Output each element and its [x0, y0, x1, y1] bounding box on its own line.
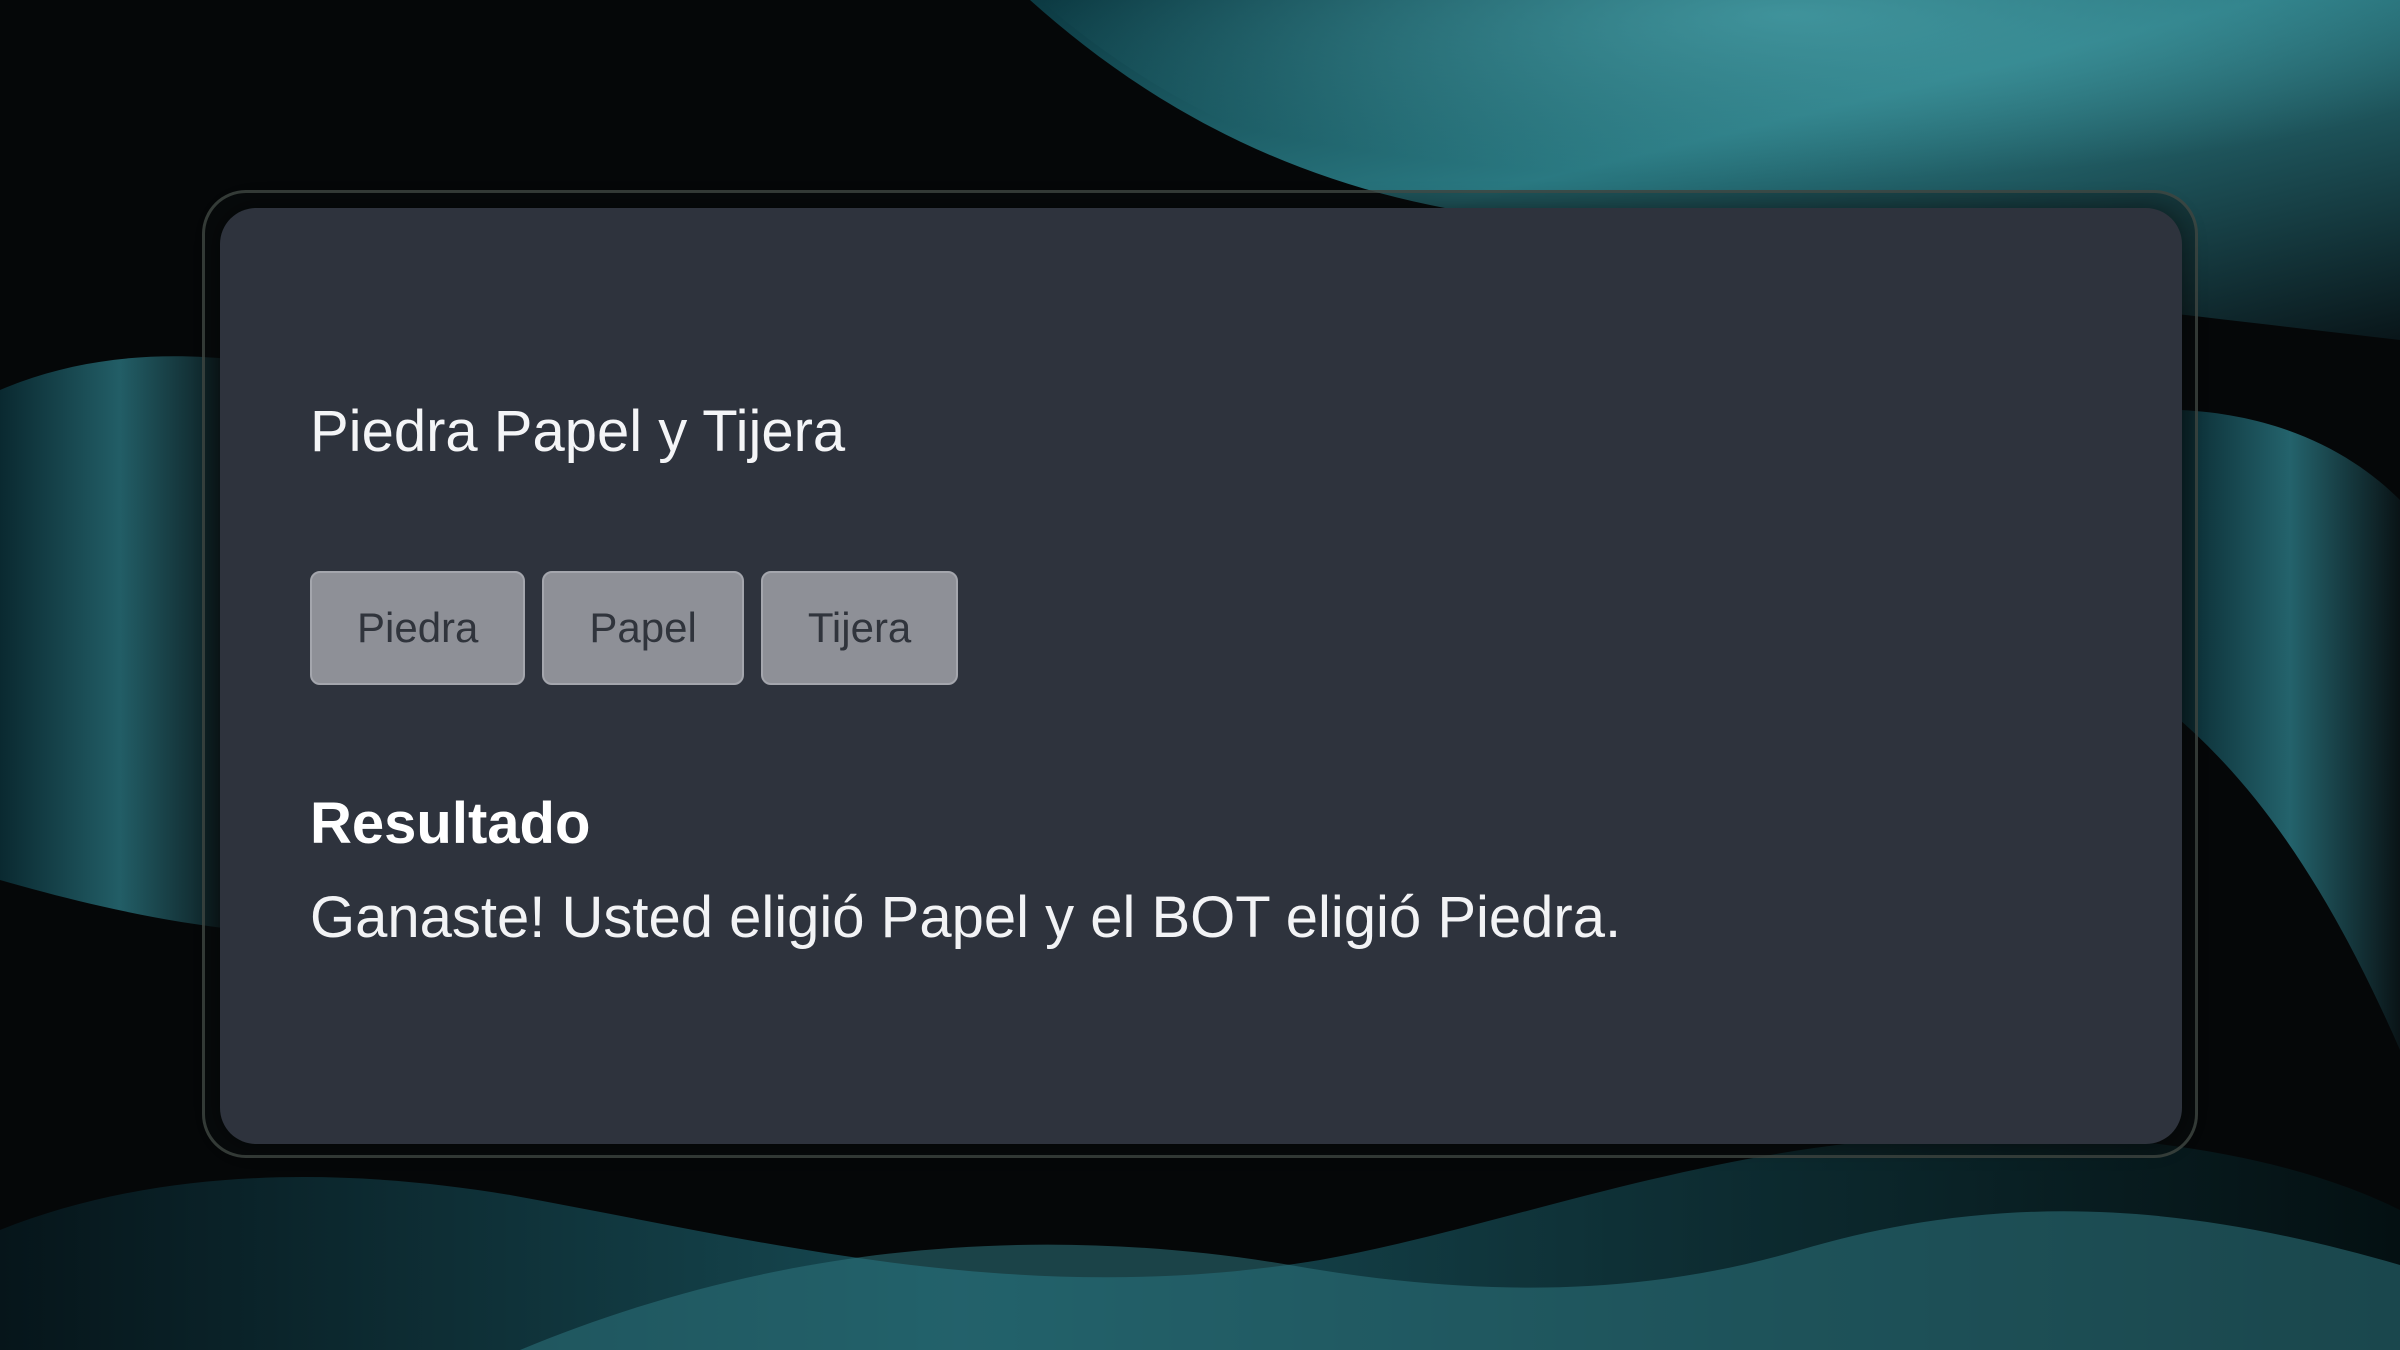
- app-title: Piedra Papel y Tijera: [310, 399, 846, 464]
- result-heading: Resultado: [310, 791, 591, 856]
- choice-button-row: Piedra Papel Tijera: [310, 571, 959, 685]
- scissors-button[interactable]: Tijera: [760, 571, 959, 685]
- desktop-stage: Piedra Papel y Tijera Piedra Papel Tijer…: [0, 0, 2400, 1350]
- result-message: Ganaste! Usted eligió Papel y el BOT eli…: [310, 885, 1622, 950]
- paper-button[interactable]: Papel: [542, 571, 744, 685]
- rock-paper-scissors-card: Piedra Papel y Tijera Piedra Papel Tijer…: [220, 208, 2182, 1144]
- rock-button[interactable]: Piedra: [310, 571, 526, 685]
